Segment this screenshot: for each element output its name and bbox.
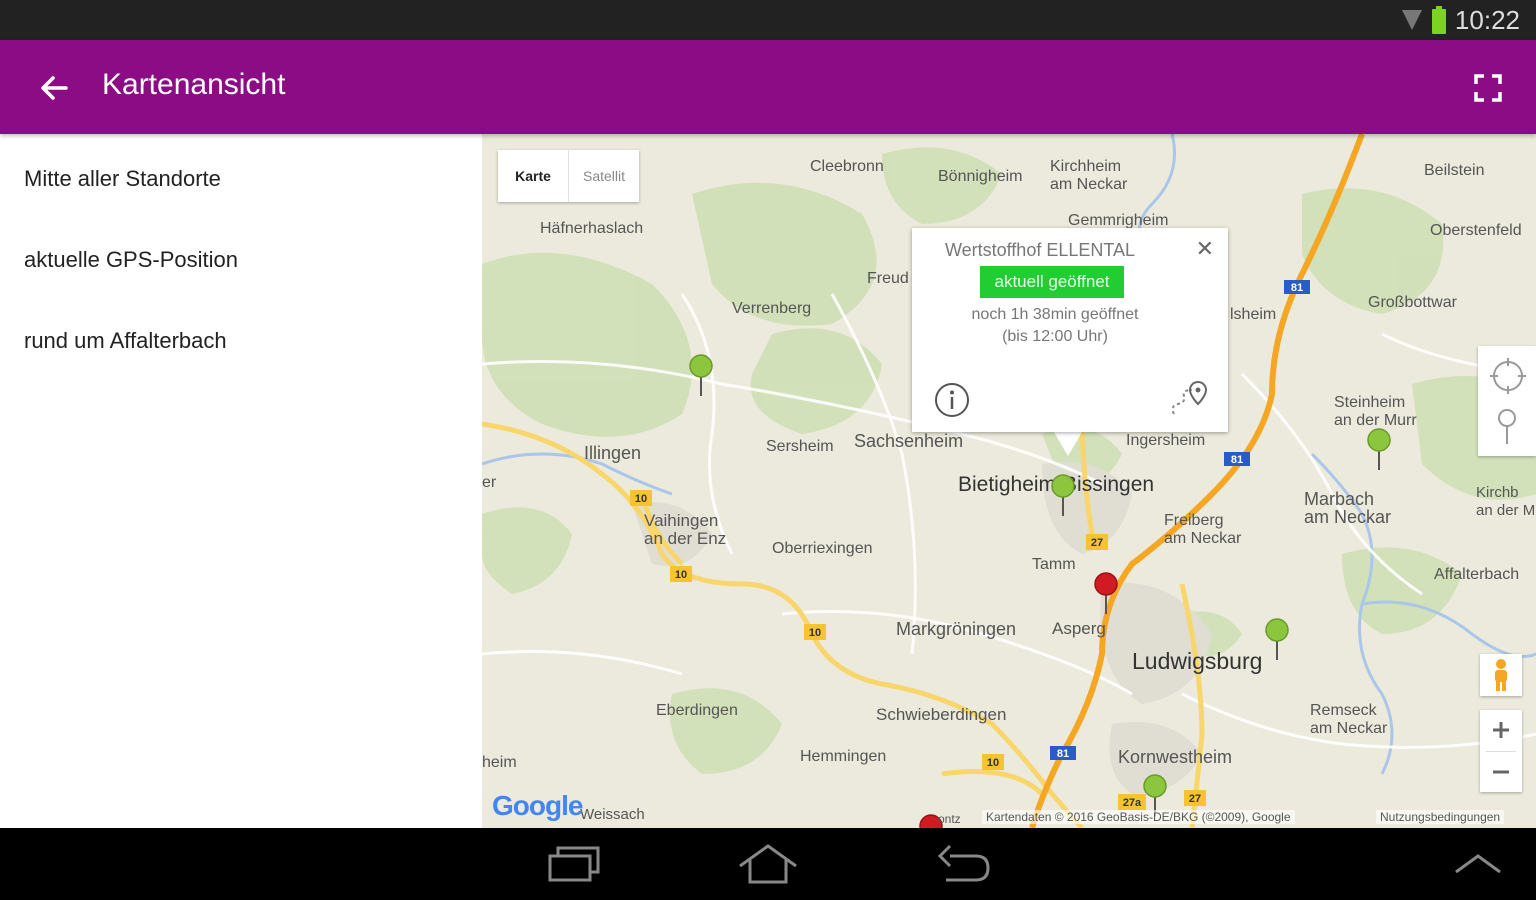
place-label: Asperg bbox=[1052, 619, 1106, 638]
page-title: Kartenansicht bbox=[102, 68, 286, 101]
google-logo: Google bbox=[492, 790, 583, 822]
place-label: heim bbox=[482, 754, 517, 771]
place-label: Kornwestheim bbox=[1118, 747, 1233, 767]
place-label: Tamm bbox=[1032, 556, 1076, 573]
home-icon[interactable] bbox=[736, 840, 800, 888]
place-label: Schwieberdingen bbox=[876, 705, 1007, 724]
navigation-bar bbox=[0, 828, 1536, 900]
popup-title: Wertstoffhof ELLENTAL bbox=[944, 240, 1136, 260]
road-shield-label: 10 bbox=[809, 627, 821, 639]
route-icon[interactable] bbox=[1168, 378, 1212, 418]
street-view-control[interactable] bbox=[1480, 654, 1522, 696]
map-type-satellite-button[interactable]: Satellit bbox=[569, 150, 639, 202]
map-type-toggle: Karte Satellit bbox=[498, 150, 639, 202]
map-type-map-button[interactable]: Karte bbox=[498, 150, 569, 202]
close-icon[interactable]: ✕ bbox=[1196, 236, 1214, 262]
sidebar-item-gps-position[interactable]: aktuelle GPS-Position bbox=[0, 219, 482, 299]
sidebar-item-center-all[interactable]: Mitte aller Standorte bbox=[0, 138, 482, 218]
recents-icon[interactable] bbox=[542, 840, 606, 888]
sidebar-item-label: aktuelle GPS-Position bbox=[24, 247, 238, 272]
road-shield-label: 10 bbox=[987, 757, 999, 769]
place-label: Steinheim an der Murr bbox=[1334, 394, 1417, 429]
opening-remaining-text: noch 1h 38min geöffnet bbox=[971, 306, 1139, 323]
wifi-icon bbox=[1401, 10, 1422, 30]
pegman-icon[interactable] bbox=[1491, 658, 1511, 692]
popup-pointer bbox=[1054, 432, 1082, 456]
info-icon[interactable] bbox=[934, 382, 970, 418]
place-label: lsheim bbox=[1230, 306, 1277, 323]
place-label: Häfnerhaslach bbox=[540, 220, 644, 237]
place-label: Freiberg am Neckar bbox=[1164, 512, 1242, 547]
place-label: Beilstein bbox=[1424, 162, 1485, 179]
place-label: er bbox=[482, 474, 497, 491]
location-controls bbox=[1478, 346, 1536, 456]
road-shield-label: 27 bbox=[1091, 537, 1103, 549]
road-shield-label: 10 bbox=[635, 493, 647, 505]
divider bbox=[1486, 751, 1516, 752]
place-label: Kirchb an der M bbox=[1476, 484, 1536, 519]
place-label: Remseck am Neckar bbox=[1310, 702, 1388, 737]
map-marker-green[interactable] bbox=[688, 354, 714, 398]
map-marker-green[interactable] bbox=[1366, 428, 1392, 472]
app-bar: Kartenansicht bbox=[0, 40, 1536, 134]
zoom-controls bbox=[1480, 710, 1522, 792]
back-icon[interactable] bbox=[932, 840, 996, 888]
status-time: 10:22 bbox=[1454, 4, 1520, 35]
map-marker-red[interactable] bbox=[1093, 572, 1119, 616]
place-label: Ingersheim bbox=[1126, 432, 1206, 449]
place-label: Cleebronn bbox=[810, 158, 884, 175]
status-icons: 10:22 bbox=[1401, 4, 1520, 36]
partial-label: ontz bbox=[938, 812, 961, 826]
place-label: Affalterbach bbox=[1434, 566, 1520, 583]
fullscreen-icon[interactable] bbox=[1470, 70, 1506, 106]
place-label: Freud bbox=[867, 270, 909, 287]
road-shield-label: 27 bbox=[1189, 793, 1201, 805]
arrow-back-icon[interactable] bbox=[32, 66, 76, 110]
google-logo-text: Google bbox=[492, 790, 583, 821]
place-label: Sersheim bbox=[766, 438, 834, 455]
terms-link[interactable]: Nutzungsbedingungen bbox=[1376, 810, 1505, 824]
sidebar-item-affalterbach[interactable]: rund um Affalterbach bbox=[0, 300, 482, 380]
place-label: Verrenberg bbox=[732, 300, 812, 317]
place-label: Großbottwar bbox=[1368, 294, 1457, 311]
place-label: Weissach bbox=[580, 806, 645, 823]
my-location-icon[interactable] bbox=[1490, 358, 1526, 394]
place-label: Marbach am Neckar bbox=[1304, 489, 1392, 527]
road-shield-label: 81 bbox=[1057, 748, 1069, 760]
status-badge: aktuell geöffnet bbox=[980, 266, 1124, 298]
place-label: Oberriexingen bbox=[772, 540, 873, 557]
place-label: Bönnigheim bbox=[938, 168, 1023, 185]
zoom-in-icon[interactable] bbox=[1491, 720, 1511, 740]
sidebar-item-label: Mitte aller Standorte bbox=[24, 166, 221, 191]
place-label: Sachsenheim bbox=[854, 431, 964, 451]
sidebar-item-label: rund um Affalterbach bbox=[24, 328, 227, 353]
zoom-out-icon[interactable] bbox=[1491, 762, 1511, 782]
map-marker-green[interactable] bbox=[1264, 618, 1290, 662]
place-label: Eberdingen bbox=[656, 702, 738, 719]
location-list: Mitte aller Standorte aktuelle GPS-Posit… bbox=[0, 134, 482, 828]
chevron-up-icon[interactable] bbox=[1446, 840, 1510, 888]
place-label: Hemmingen bbox=[800, 748, 887, 765]
location-info-popup: Wertstoffhof ELLENTAL ✕ aktuell geöffnet… bbox=[912, 228, 1228, 432]
road-shield-label: 27a bbox=[1123, 797, 1142, 809]
road-shield-label: 10 bbox=[675, 569, 687, 581]
map-marker-green-selected[interactable] bbox=[1050, 474, 1076, 518]
place-label: Kirchheim am Neckar bbox=[1050, 158, 1128, 193]
battery-icon bbox=[1431, 6, 1446, 34]
status-bar: 10:22 bbox=[0, 0, 1536, 40]
pin-icon[interactable] bbox=[1496, 408, 1518, 446]
place-label: Oberstenfeld bbox=[1430, 222, 1522, 239]
place-label: Markgröningen bbox=[896, 619, 1017, 639]
place-label: Illingen bbox=[584, 443, 642, 463]
map-attribution: Kartendaten © 2016 GeoBasis-DE/BKG (©200… bbox=[982, 810, 1295, 824]
place-label: Ludwigsburg bbox=[1132, 648, 1263, 674]
place-label: Vaihingen an der Enz bbox=[644, 511, 727, 548]
road-shield-label: 81 bbox=[1291, 282, 1303, 294]
road-shield-label: 81 bbox=[1231, 454, 1243, 466]
map-view[interactable]: 10 10 10 10 81 81 81 27 27 27a Cleebronn… bbox=[482, 134, 1536, 828]
opening-until-text: (bis 12:00 Uhr) bbox=[1002, 328, 1108, 345]
